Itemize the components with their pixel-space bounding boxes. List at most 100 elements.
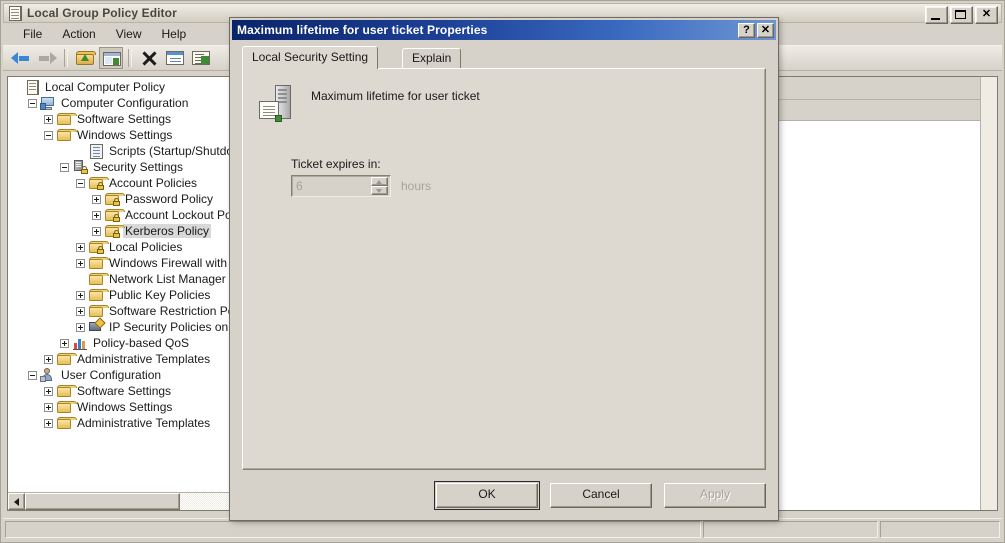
no-expander [12, 83, 21, 92]
tree-item[interactable]: Scripts (Startup/Shutdown) [8, 143, 234, 159]
tree-item[interactable]: Windows Firewall with Advanced Security [8, 255, 234, 271]
ticket-expiry-field-group: Ticket expires in: 6 hours [291, 157, 431, 197]
tree-item[interactable]: IP Security Policies on Local Computer [8, 317, 234, 335]
scroll-left-button[interactable] [8, 493, 25, 510]
up-one-level-button[interactable] [73, 47, 97, 69]
help-button[interactable] [189, 47, 213, 69]
expand-icon[interactable] [60, 338, 69, 348]
folder-lock-icon [88, 239, 109, 255]
tree-item[interactable]: Software Restriction Policies [8, 303, 234, 319]
apply-button[interactable]: Apply [664, 483, 766, 508]
properties-icon [166, 51, 184, 65]
tree-item-label: Software Settings [77, 384, 172, 398]
tree-item[interactable]: Account Lockout Policy [8, 207, 234, 223]
tree-item[interactable]: Policy-based QoS [8, 335, 234, 351]
expand-icon[interactable] [92, 210, 101, 220]
result-pane-vertical-scrollbar[interactable] [980, 77, 997, 510]
folder-icon [56, 351, 77, 367]
status-pane-3 [880, 521, 1000, 538]
collapse-icon[interactable] [44, 130, 53, 140]
expand-icon[interactable] [76, 290, 85, 300]
ticket-expires-spinner[interactable]: 6 [291, 175, 391, 197]
policy-document-icon [24, 79, 40, 95]
tree-item[interactable]: Administrative Templates [8, 415, 234, 431]
tree-item-label: Local Computer Policy [45, 80, 166, 94]
collapse-icon[interactable] [60, 162, 69, 172]
folder-icon [56, 111, 77, 127]
tree-item[interactable]: Local Policies [8, 239, 234, 255]
close-button[interactable]: ✕ [975, 6, 998, 24]
scrollbar-thumb[interactable] [25, 493, 180, 510]
policy-setting-icon [257, 83, 301, 125]
tree-item[interactable]: Account Policies [8, 175, 234, 191]
spinner-buttons [371, 177, 388, 195]
expand-icon[interactable] [44, 402, 53, 412]
tree-item[interactable]: Password Policy [8, 191, 234, 207]
expand-icon[interactable] [92, 226, 101, 236]
tree-item[interactable]: Local Computer Policy [8, 79, 234, 95]
expand-icon[interactable] [76, 306, 85, 316]
menu-item-action[interactable]: Action [52, 25, 105, 43]
menu-item-file[interactable]: File [13, 25, 52, 43]
show-hide-console-tree-button[interactable] [99, 47, 123, 69]
tree-item[interactable]: Windows Settings [8, 399, 234, 415]
folder-up-icon [76, 51, 96, 65]
tree-item-label: Local Policies [109, 240, 183, 254]
tree-item[interactable]: Network List Manager Policies [8, 271, 234, 287]
toolbar-separator [128, 49, 132, 67]
tree-item[interactable]: Software Settings [8, 383, 234, 399]
tree-item[interactable]: Software Settings [8, 111, 234, 127]
forward-button[interactable] [35, 47, 59, 69]
collapse-icon[interactable] [76, 178, 85, 188]
tree-item[interactable]: Computer Configuration [8, 95, 234, 111]
menu-item-view[interactable]: View [106, 25, 152, 43]
tree-item[interactable]: User Configuration [8, 367, 234, 383]
security-server-icon [72, 159, 88, 175]
scrollbar-track[interactable] [25, 493, 234, 510]
expand-icon[interactable] [44, 114, 53, 124]
ticket-expires-units: hours [401, 179, 432, 193]
folder-icon [56, 399, 77, 415]
cancel-button[interactable]: Cancel [550, 483, 652, 508]
tree-item-label: Administrative Templates [77, 416, 211, 430]
expand-icon[interactable] [92, 194, 101, 204]
console-tree: Local Computer Policy Computer Configurat… [8, 79, 234, 431]
expand-icon[interactable] [44, 386, 53, 396]
maximize-button[interactable] [950, 6, 973, 24]
tree-item[interactable]: Security Settings [8, 159, 234, 175]
tree-item[interactable]: Administrative Templates [8, 351, 234, 367]
help-list-icon [192, 51, 210, 65]
tree-item-label: Password Policy [125, 192, 214, 206]
expand-icon[interactable] [44, 354, 53, 364]
ok-button[interactable]: OK [434, 481, 540, 510]
tree-item[interactable]: Windows Settings [8, 127, 234, 143]
properties-dialog: Maximum lifetime for user ticket Propert… [230, 18, 778, 520]
expand-icon[interactable] [76, 242, 85, 252]
spinner-up-button[interactable] [371, 177, 388, 186]
dialog-titlebar[interactable]: Maximum lifetime for user ticket Propert… [232, 20, 776, 40]
tree-item-label: Account Lockout Policy [125, 208, 234, 222]
tab-explain[interactable]: Explain [402, 48, 462, 68]
back-button[interactable] [9, 47, 33, 69]
expand-icon[interactable] [44, 418, 53, 428]
spinner-down-button[interactable] [371, 186, 388, 195]
no-expander [76, 275, 85, 284]
expand-icon[interactable] [76, 322, 85, 332]
toolbar-separator [64, 49, 68, 67]
menu-item-help[interactable]: Help [152, 25, 197, 43]
tab-local-security-setting[interactable]: Local Security Setting [242, 46, 379, 69]
tree-horizontal-scrollbar[interactable] [8, 492, 234, 510]
dialog-close-button[interactable]: ✕ [757, 22, 774, 38]
expand-icon[interactable] [76, 258, 85, 268]
tree-item[interactable]: Kerberos Policy [8, 223, 234, 239]
collapse-icon[interactable] [28, 98, 37, 108]
dialog-button-row: OK Cancel Apply [434, 481, 766, 510]
delete-button[interactable] [137, 47, 161, 69]
collapse-icon[interactable] [28, 370, 37, 380]
properties-button[interactable] [163, 47, 187, 69]
policy-header: Maximum lifetime for user ticket [257, 83, 751, 133]
minimize-button[interactable] [925, 6, 948, 24]
tree-item[interactable]: Public Key Policies [8, 287, 234, 303]
qos-chart-icon [72, 335, 88, 351]
dialog-help-button[interactable]: ? [738, 22, 755, 38]
